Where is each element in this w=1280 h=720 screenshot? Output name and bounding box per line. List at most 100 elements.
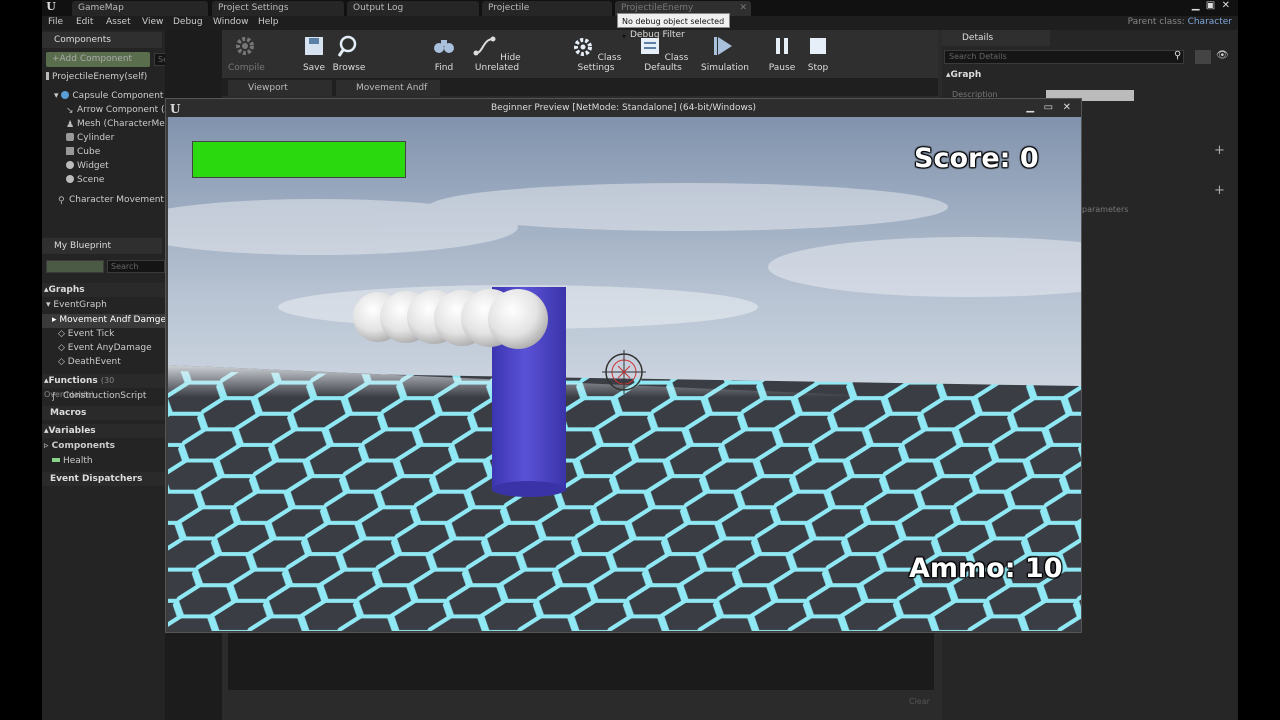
class-settings-button[interactable]: Class Settings bbox=[568, 34, 624, 73]
graph-item-event-anydamage[interactable]: ◇ Event AnyDamage bbox=[58, 343, 165, 353]
graph-item-label: Event AnyDamage bbox=[67, 343, 152, 353]
binoculars-icon bbox=[434, 40, 454, 53]
close-icon[interactable]: ✕ bbox=[1063, 102, 1071, 113]
magnifier-icon bbox=[337, 35, 357, 57]
clear-button[interactable]: Clear bbox=[909, 697, 930, 706]
component-character-movement[interactable]: ⚲ Character Movement (CharMoveComp) bbox=[58, 195, 165, 205]
tab-viewport-label: Viewport bbox=[248, 83, 288, 93]
compile-button[interactable]: Compile bbox=[228, 34, 265, 73]
hide-unrelated-button[interactable]: Hide Unrelated bbox=[468, 34, 526, 73]
component-widget[interactable]: Widget bbox=[66, 161, 165, 171]
compile-label: Compile bbox=[228, 63, 265, 73]
menu-window[interactable]: Window bbox=[213, 17, 249, 27]
menu-debug[interactable]: Debug bbox=[173, 17, 203, 27]
score-text: Score: 0 bbox=[914, 143, 1039, 174]
component-self[interactable]: ProjectileEnemy(self) bbox=[46, 72, 164, 82]
graphs-section[interactable]: ▴Graphs bbox=[42, 283, 165, 297]
health-bar-fill bbox=[193, 142, 405, 177]
maximize-icon[interactable]: ▣ bbox=[1206, 0, 1215, 11]
game-window-controls: ▁ ▭ ✕ bbox=[1026, 99, 1071, 117]
game-viewport[interactable]: Score: 0 Ammo: 10 bbox=[168, 117, 1081, 631]
functions-label: Functions bbox=[48, 376, 98, 386]
game-window-titlebar[interactable]: U Beginner Preview [NetMode: Standalone]… bbox=[166, 99, 1081, 117]
add-new-dropdown[interactable] bbox=[46, 260, 104, 273]
event-graph-item[interactable]: ▾ EventGraph bbox=[46, 300, 165, 310]
details-header[interactable]: Details bbox=[942, 30, 1050, 46]
my-blueprint-search-input[interactable]: Search bbox=[107, 260, 165, 273]
components-panel-header[interactable]: Components bbox=[42, 32, 162, 48]
close-icon[interactable]: ✕ bbox=[739, 1, 747, 15]
close-icon[interactable]: ✕ bbox=[1222, 0, 1230, 11]
event-dispatchers-section[interactable]: Event Dispatchers bbox=[42, 472, 165, 486]
component-capsule[interactable]: ▾ Capsule Component (CollisionCylinder) bbox=[54, 91, 165, 101]
browse-button[interactable]: Browse bbox=[332, 34, 366, 73]
menu-asset[interactable]: Asset bbox=[106, 17, 131, 27]
event-graph-label: EventGraph bbox=[53, 300, 107, 310]
menu-file[interactable]: File bbox=[48, 17, 63, 27]
tab-viewport[interactable]: Viewport bbox=[228, 80, 332, 96]
debug-filter-label: Debug Filter bbox=[630, 30, 685, 40]
variable-item-health[interactable]: Health bbox=[52, 456, 165, 466]
details-graph-section[interactable]: ▴Graph bbox=[946, 70, 981, 80]
chevron-down-icon: ▾ bbox=[622, 32, 627, 41]
details-search-input[interactable]: Search Details bbox=[944, 50, 1184, 64]
function-label: ConstructionScript bbox=[63, 391, 147, 401]
variables-section[interactable]: ▴Variables bbox=[42, 424, 165, 438]
add-input-icon[interactable]: + bbox=[1214, 143, 1225, 158]
cylinder-icon bbox=[66, 133, 74, 141]
tab-label: Output Log bbox=[353, 3, 404, 13]
find-button[interactable]: Find bbox=[430, 34, 458, 73]
menu-view[interactable]: View bbox=[142, 17, 163, 27]
projectile-spheres bbox=[353, 289, 548, 349]
tab-projectile[interactable]: Projectile bbox=[482, 1, 612, 16]
variables-components-group[interactable]: ▹ Components bbox=[44, 441, 165, 451]
tab-project-settings[interactable]: Project Settings bbox=[212, 1, 344, 16]
tab-gamemap[interactable]: GameMap bbox=[72, 1, 208, 16]
save-icon bbox=[305, 37, 323, 55]
component-label: Capsule Component (CollisionCylinder) bbox=[72, 91, 165, 101]
pause-icon bbox=[776, 38, 788, 54]
debug-object-select[interactable]: No debug object selected ▾ bbox=[617, 13, 730, 41]
tab-label: Project Settings bbox=[218, 3, 289, 13]
graph-item-event-tick[interactable]: ◇ Event Tick bbox=[58, 329, 165, 339]
component-arrow[interactable]: ↘Arrow Component (Arrow) bbox=[66, 105, 165, 115]
component-mesh[interactable]: ♟Mesh (CharacterMesh0) bbox=[66, 119, 165, 129]
eye-icon[interactable]: 👁 bbox=[1216, 50, 1229, 61]
ammo-text: Ammo: 10 bbox=[909, 553, 1063, 584]
minimize-icon[interactable]: ▁ bbox=[1192, 0, 1200, 11]
stop-button[interactable]: Stop bbox=[804, 34, 832, 73]
my-blueprint-panel-header[interactable]: My Blueprint bbox=[42, 238, 162, 254]
functions-section[interactable]: ▴Functions (30 Overridable) bbox=[42, 374, 165, 399]
graph-item-label: DeathEvent bbox=[67, 357, 121, 367]
arrow-icon: ↘ bbox=[66, 106, 74, 115]
grid-view-icon[interactable] bbox=[1195, 50, 1211, 64]
menu-help[interactable]: Help bbox=[258, 17, 279, 27]
unreal-logo-icon[interactable]: U bbox=[42, 0, 60, 15]
component-cylinder[interactable]: Cylinder bbox=[66, 133, 165, 143]
components-title: Components bbox=[54, 35, 111, 45]
function-item-construction[interactable]: ƒ ConstructionScript bbox=[52, 391, 165, 401]
graph-item-death-event[interactable]: ◇ DeathEvent bbox=[58, 357, 165, 367]
pause-button[interactable]: Pause bbox=[768, 34, 796, 73]
game-preview-window: U Beginner Preview [NetMode: Standalone]… bbox=[165, 98, 1082, 633]
variable-label: Health bbox=[63, 456, 93, 466]
add-output-icon[interactable]: + bbox=[1214, 183, 1225, 198]
tab-output-log[interactable]: Output Log bbox=[347, 1, 479, 16]
component-label: Widget bbox=[77, 161, 109, 171]
simulation-button[interactable]: Simulation bbox=[701, 34, 749, 73]
parent-class-link[interactable]: Character bbox=[1188, 17, 1232, 27]
component-cube[interactable]: Cube bbox=[66, 147, 165, 157]
component-scene[interactable]: Scene bbox=[66, 175, 165, 185]
blueprint-icon bbox=[46, 72, 49, 80]
tab-movement-graph[interactable]: Movement Andf Da bbox=[336, 80, 440, 109]
macros-section[interactable]: Macros bbox=[42, 406, 165, 420]
maximize-icon[interactable]: ▭ bbox=[1044, 102, 1053, 113]
save-button[interactable]: Save bbox=[300, 34, 328, 73]
find-label: Find bbox=[434, 63, 454, 73]
add-component-button[interactable]: +Add Component bbox=[46, 52, 150, 67]
graph-item-movement[interactable]: ▸ Movement Andf Damge bbox=[52, 315, 165, 325]
minimize-icon[interactable]: ▁ bbox=[1026, 102, 1034, 113]
menu-edit[interactable]: Edit bbox=[76, 17, 93, 27]
tab-label: ProjectileEnemy bbox=[621, 3, 694, 13]
window-controls: ▁ ▣ ✕ bbox=[1192, 0, 1230, 11]
